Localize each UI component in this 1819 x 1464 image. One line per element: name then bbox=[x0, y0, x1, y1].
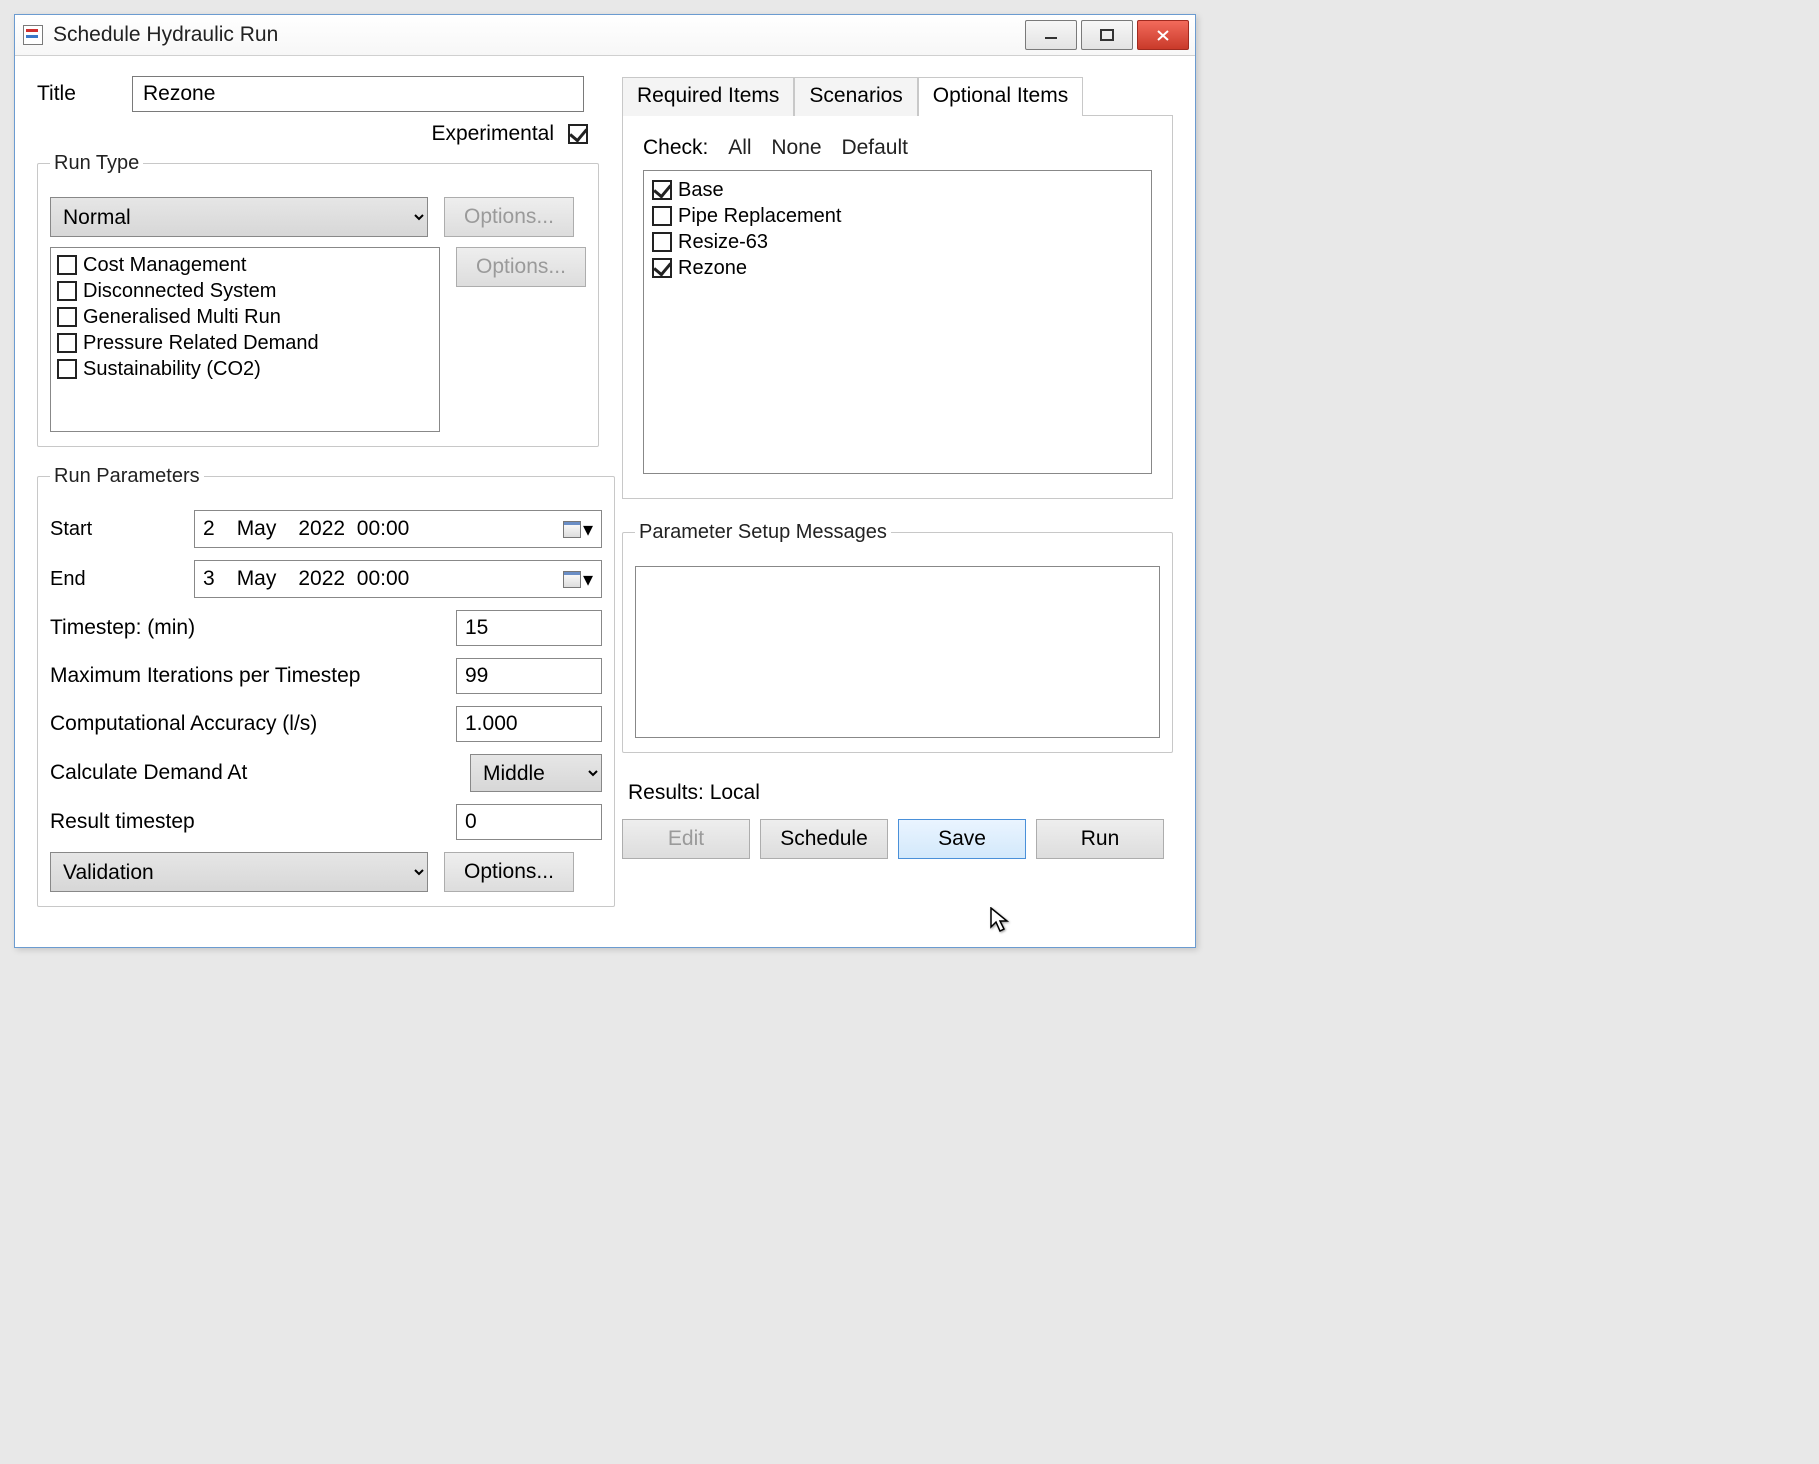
experimental-checkbox[interactable] bbox=[568, 124, 588, 144]
maxiter-input[interactable] bbox=[456, 658, 602, 694]
run-type-options-button-1[interactable]: Options... bbox=[444, 197, 574, 237]
titlebar[interactable]: Schedule Hydraulic Run bbox=[15, 15, 1195, 56]
calendar-icon bbox=[563, 571, 581, 588]
run-type-item-checkbox[interactable] bbox=[57, 333, 77, 353]
run-type-options-button-2[interactable]: Options... bbox=[456, 247, 586, 287]
optional-item[interactable]: Base bbox=[652, 177, 1143, 203]
validation-options-button[interactable]: Options... bbox=[444, 852, 574, 892]
end-time: 00:00 bbox=[357, 567, 410, 590]
result-timestep-input[interactable] bbox=[456, 804, 602, 840]
optional-item[interactable]: Rezone bbox=[652, 255, 1143, 281]
run-type-item-label: Disconnected System bbox=[83, 278, 276, 304]
start-label: Start bbox=[50, 518, 194, 541]
save-button[interactable]: Save bbox=[898, 819, 1026, 859]
run-type-item[interactable]: Sustainability (CO2) bbox=[57, 356, 433, 382]
timestep-label: Timestep: (min) bbox=[50, 616, 456, 640]
run-type-item[interactable]: Generalised Multi Run bbox=[57, 304, 433, 330]
app-icon bbox=[23, 25, 43, 45]
messages-legend: Parameter Setup Messages bbox=[635, 521, 891, 544]
check-label: Check: bbox=[643, 136, 708, 159]
window-title: Schedule Hydraulic Run bbox=[53, 23, 278, 47]
optional-item[interactable]: Resize-63 bbox=[652, 229, 1143, 255]
messages-box[interactable] bbox=[635, 566, 1160, 738]
optional-item-checkbox[interactable] bbox=[652, 206, 672, 226]
run-type-item[interactable]: Disconnected System bbox=[57, 278, 433, 304]
accuracy-input[interactable] bbox=[456, 706, 602, 742]
optional-item-checkbox[interactable] bbox=[652, 258, 672, 278]
chevron-down-icon: ▾ bbox=[583, 567, 593, 592]
check-default-link[interactable]: Default bbox=[841, 136, 908, 159]
check-none-link[interactable]: None bbox=[771, 136, 821, 159]
start-day: 2 bbox=[203, 517, 215, 541]
optional-item-label: Rezone bbox=[678, 255, 747, 281]
results-label: Results: Local bbox=[628, 781, 1173, 805]
optional-item-label: Resize-63 bbox=[678, 229, 768, 255]
run-type-item-label: Generalised Multi Run bbox=[83, 304, 281, 330]
optional-item[interactable]: Pipe Replacement bbox=[652, 203, 1143, 229]
run-type-legend: Run Type bbox=[50, 152, 143, 175]
start-time: 00:00 bbox=[357, 517, 410, 540]
demand-label: Calculate Demand At bbox=[50, 761, 470, 785]
maximize-button[interactable] bbox=[1081, 20, 1133, 50]
calendar-icon bbox=[563, 521, 581, 538]
tab-scenarios[interactable]: Scenarios bbox=[794, 77, 917, 116]
run-type-item-checkbox[interactable] bbox=[57, 307, 77, 327]
end-year: 2022 bbox=[298, 567, 345, 590]
run-type-group: Run Type Normal Options... Cost Manageme… bbox=[37, 152, 599, 447]
run-type-item-checkbox[interactable] bbox=[57, 255, 77, 275]
run-parameters-group: Run Parameters Start 2 May 2022 00:00 ▾ bbox=[37, 465, 615, 907]
optional-item-label: Pipe Replacement bbox=[678, 203, 841, 229]
run-type-item-checkbox[interactable] bbox=[57, 359, 77, 379]
check-all-link[interactable]: All bbox=[728, 136, 751, 159]
run-type-item[interactable]: Pressure Related Demand bbox=[57, 330, 433, 356]
tab-optional-items[interactable]: Optional Items bbox=[918, 77, 1083, 116]
experimental-label: Experimental bbox=[431, 122, 554, 146]
validation-select[interactable]: Validation bbox=[50, 852, 428, 892]
schedule-button[interactable]: Schedule bbox=[760, 819, 888, 859]
end-datetime-picker[interactable]: 3 May 2022 00:00 ▾ bbox=[194, 560, 602, 598]
run-type-checklist[interactable]: Cost ManagementDisconnected SystemGenera… bbox=[50, 247, 440, 432]
title-input[interactable] bbox=[132, 76, 584, 112]
optional-item-label: Base bbox=[678, 177, 724, 203]
start-month: May bbox=[237, 517, 277, 541]
run-type-item-label: Pressure Related Demand bbox=[83, 330, 319, 356]
result-timestep-label: Result timestep bbox=[50, 810, 456, 834]
title-label: Title bbox=[37, 82, 132, 106]
optional-item-checkbox[interactable] bbox=[652, 232, 672, 252]
end-month: May bbox=[237, 567, 277, 591]
maxiter-label: Maximum Iterations per Timestep bbox=[50, 664, 456, 688]
timestep-input[interactable] bbox=[456, 610, 602, 646]
run-button[interactable]: Run bbox=[1036, 819, 1164, 859]
accuracy-label: Computational Accuracy (l/s) bbox=[50, 712, 456, 736]
optional-item-checkbox[interactable] bbox=[652, 180, 672, 200]
demand-select[interactable]: Middle bbox=[470, 754, 602, 792]
messages-group: Parameter Setup Messages bbox=[622, 521, 1173, 753]
run-type-item[interactable]: Cost Management bbox=[57, 252, 433, 278]
dialog-window: Schedule Hydraulic Run Title Experimenta… bbox=[14, 14, 1196, 948]
minimize-button[interactable] bbox=[1025, 20, 1077, 50]
run-type-item-label: Cost Management bbox=[83, 252, 246, 278]
end-day: 3 bbox=[203, 567, 215, 591]
optional-items-list[interactable]: BasePipe ReplacementResize-63Rezone bbox=[643, 170, 1152, 474]
tab-required-items[interactable]: Required Items bbox=[622, 77, 794, 116]
start-datetime-picker[interactable]: 2 May 2022 00:00 ▾ bbox=[194, 510, 602, 548]
close-button[interactable] bbox=[1137, 20, 1189, 50]
run-type-item-checkbox[interactable] bbox=[57, 281, 77, 301]
edit-button[interactable]: Edit bbox=[622, 819, 750, 859]
run-parameters-legend: Run Parameters bbox=[50, 465, 204, 488]
run-type-select[interactable]: Normal bbox=[50, 197, 428, 237]
tab-bar: Required Items Scenarios Optional Items bbox=[622, 76, 1173, 116]
chevron-down-icon: ▾ bbox=[583, 517, 593, 542]
run-type-item-label: Sustainability (CO2) bbox=[83, 356, 261, 382]
start-year: 2022 bbox=[298, 517, 345, 540]
optional-panel: Check: All None Default BasePipe Replace… bbox=[622, 116, 1173, 499]
end-label: End bbox=[50, 568, 194, 591]
